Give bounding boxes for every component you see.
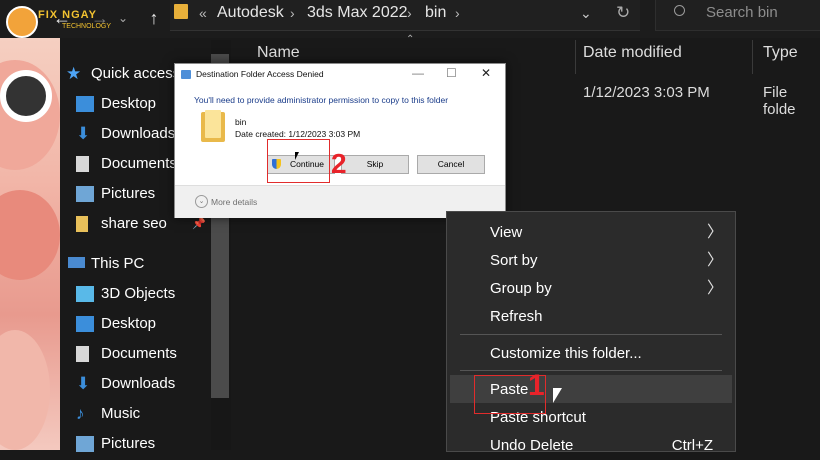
- back-button[interactable]: ←: [50, 6, 74, 30]
- music-icon: ♪: [76, 404, 85, 423]
- skip-button[interactable]: Skip: [341, 155, 409, 174]
- expand-details-icon[interactable]: ⌄: [195, 195, 208, 208]
- folder-date-created: Date created: 1/12/2023 3:03 PM: [235, 129, 361, 139]
- step-2-marker: 2: [331, 148, 347, 179]
- menu-label: Customize this folder...: [490, 345, 642, 362]
- highlight-box-continue: [267, 139, 330, 183]
- menu-separator: [460, 334, 722, 335]
- background-photo-strip: [0, 0, 60, 450]
- nav-this-pc[interactable]: This PC: [60, 249, 210, 279]
- logo-mascot-icon: [6, 6, 38, 38]
- breadcrumb-separator-icon: ›: [290, 5, 295, 21]
- chevron-right-icon: 〉: [706, 252, 723, 269]
- star-icon: ★: [66, 64, 82, 83]
- menu-label: Refresh: [490, 308, 543, 325]
- menu-item-group-by[interactable]: Group by 〉: [447, 275, 735, 303]
- menu-item-refresh[interactable]: Refresh: [447, 303, 735, 331]
- nav-label: Documents: [101, 345, 177, 362]
- column-header-name[interactable]: Name: [257, 44, 300, 62]
- folder-icon: [201, 110, 225, 144]
- nav-label: 3D Objects: [101, 285, 176, 302]
- refresh-icon[interactable]: ↻: [616, 1, 630, 25]
- address-folder-icon: [174, 4, 188, 19]
- menu-item-sort-by[interactable]: Sort by 〉: [447, 247, 735, 275]
- forward-button[interactable]: →: [88, 6, 112, 30]
- sort-indicator-icon: ⌃: [406, 34, 415, 45]
- pictures-icon: [76, 186, 94, 202]
- chevron-right-icon: 〉: [706, 280, 723, 297]
- breadcrumb-overflow-icon[interactable]: «: [199, 1, 207, 25]
- nav-label: This PC: [91, 255, 145, 272]
- menu-label: Sort by: [490, 252, 538, 269]
- mouse-pointer-icon: [553, 388, 562, 403]
- nav-label: Quick access: [91, 65, 181, 82]
- recent-locations-button[interactable]: ⌄: [116, 6, 130, 30]
- documents-icon: [76, 156, 89, 172]
- nav-label: Pictures: [101, 185, 156, 202]
- breadcrumb-separator-icon: ›: [407, 5, 412, 21]
- downloads-icon: ⬇: [76, 374, 91, 393]
- nav-label: Downloads: [101, 125, 176, 142]
- nav-label: share seo: [101, 215, 167, 232]
- downloads-icon: ⬇: [76, 124, 91, 143]
- menu-item-customize[interactable]: Customize this folder...: [447, 340, 735, 368]
- address-dropdown-icon[interactable]: ⌄: [580, 1, 592, 25]
- nav-label: Documents: [101, 155, 177, 172]
- file-row-date: 1/12/2023 3:03 PM: [583, 84, 710, 101]
- address-bar[interactable]: « Autodesk › 3ds Max 2022 › bin › ⌄ ↻: [170, 0, 640, 31]
- breadcrumb-3ds-max[interactable]: 3ds Max 2022: [307, 1, 408, 25]
- more-details-toggle[interactable]: More details: [211, 197, 257, 207]
- breadcrumb-bin[interactable]: bin: [425, 1, 446, 25]
- dialog-title: Destination Folder Access Denied: [196, 69, 324, 79]
- search-icon: [674, 5, 685, 16]
- cancel-button[interactable]: Cancel: [417, 155, 485, 174]
- 3d-objects-icon: [76, 286, 94, 302]
- menu-shortcut: Ctrl+Z: [671, 437, 713, 454]
- menu-separator: [460, 370, 722, 371]
- step-1-marker: 1: [528, 369, 545, 402]
- file-row-type: File folde: [763, 84, 796, 118]
- mouse-cursor-icon: [295, 152, 299, 160]
- nav-label: Desktop: [101, 95, 157, 112]
- column-header-type[interactable]: Type: [763, 44, 798, 62]
- folder-icon: [76, 216, 88, 232]
- menu-label: Undo Delete: [490, 437, 574, 454]
- dialog-message: You'll need to provide administrator per…: [194, 95, 449, 105]
- column-header-date-modified[interactable]: Date modified: [583, 44, 682, 62]
- chevron-right-icon: 〉: [706, 224, 723, 241]
- menu-item-view[interactable]: View 〉: [447, 219, 735, 247]
- this-pc-icon: [68, 257, 85, 268]
- nav-item-downloads[interactable]: ⬇ Downloads: [60, 369, 210, 399]
- desktop-icon: [76, 316, 94, 332]
- column-divider[interactable]: [575, 40, 576, 74]
- breadcrumb-separator-icon: ›: [455, 5, 460, 21]
- desktop-icon: [76, 96, 94, 112]
- menu-label: Group by: [490, 280, 552, 297]
- search-input[interactable]: Search bin: [706, 1, 778, 25]
- minimize-icon[interactable]: —: [412, 66, 424, 80]
- nav-label: Pictures: [101, 435, 156, 452]
- column-divider[interactable]: [752, 40, 753, 74]
- context-menu: View 〉 Sort by 〉 Group by 〉 Refresh Cust…: [446, 211, 736, 454]
- nav-label: Desktop: [101, 315, 157, 332]
- search-box[interactable]: Search bin: [655, 0, 820, 31]
- up-button[interactable]: ↑: [142, 6, 166, 30]
- nav-item-desktop[interactable]: Desktop: [60, 309, 210, 339]
- menu-item-undo-delete[interactable]: Undo Delete Ctrl+Z: [447, 432, 735, 460]
- nav-item-music[interactable]: ♪ Music: [60, 399, 210, 429]
- documents-icon: [76, 346, 89, 362]
- nav-item-pictures[interactable]: Pictures: [60, 429, 210, 459]
- access-denied-dialog: Destination Folder Access Denied — ☐ ✕ Y…: [174, 63, 506, 218]
- folder-name: bin: [235, 117, 247, 127]
- dialog-title-icon: [181, 70, 191, 79]
- maximize-icon[interactable]: ☐: [446, 66, 457, 80]
- breadcrumb-autodesk[interactable]: Autodesk: [217, 1, 284, 25]
- close-icon[interactable]: ✕: [481, 66, 491, 80]
- nav-label: Downloads: [101, 375, 176, 392]
- nav-item-documents[interactable]: Documents: [60, 339, 210, 369]
- nav-label: Music: [101, 405, 141, 422]
- menu-label: View: [490, 224, 523, 241]
- nav-item-3d-objects[interactable]: 3D Objects: [60, 279, 210, 309]
